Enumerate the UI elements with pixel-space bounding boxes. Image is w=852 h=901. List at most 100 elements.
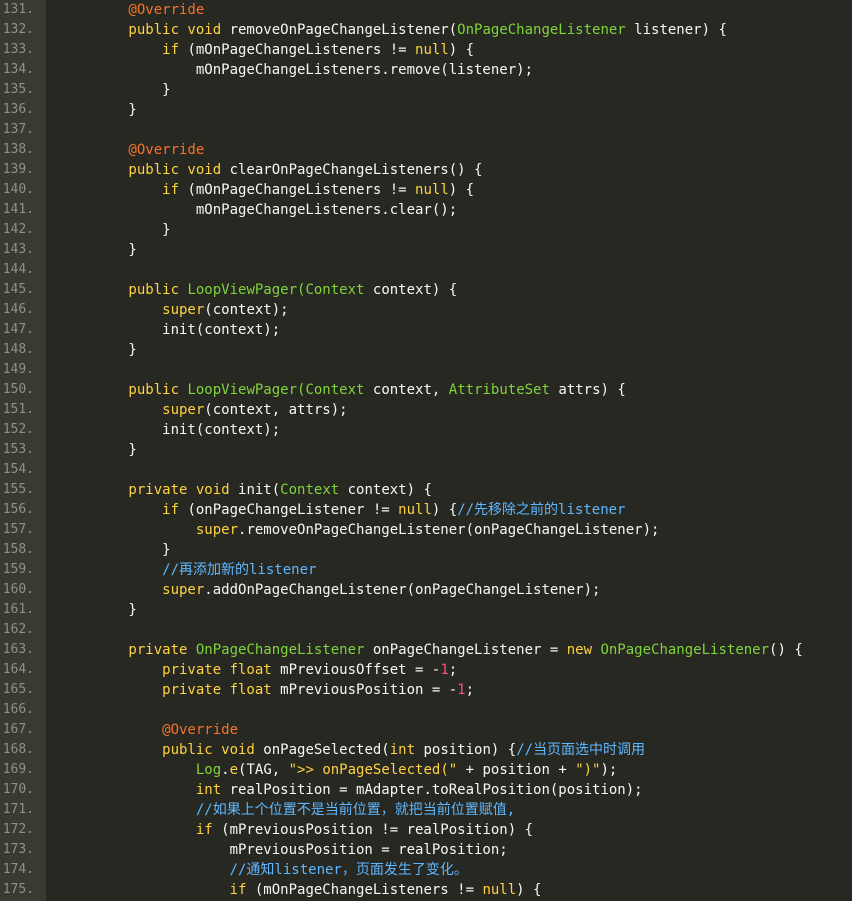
code-token: Context (305, 382, 365, 398)
code-line: 149. (0, 360, 852, 380)
code-text[interactable]: if (mOnPageChangeListeners != null) { (61, 40, 474, 60)
code-text[interactable]: super.addOnPageChangeListener(onPageChan… (61, 580, 600, 600)
code-text[interactable]: } (61, 240, 136, 260)
code-text[interactable]: if (onPageChangeListener != null) {//先移除… (61, 500, 625, 520)
code-text[interactable]: public LoopViewPager(Context context, At… (61, 380, 626, 400)
line-number: 170. (2, 782, 34, 797)
code-token: .removeOnPageChangeListener(onPageChange… (238, 522, 660, 538)
code-line: 163. private OnPageChangeListener onPage… (0, 640, 852, 660)
code-text[interactable]: } (61, 340, 137, 360)
code-text[interactable]: super.removeOnPageChangeListener(onPageC… (61, 520, 660, 540)
line-number: 175. (2, 882, 34, 897)
code-token: realPosition = mAdapter.toRealPosition(p… (229, 782, 643, 798)
code-token: private void (61, 482, 239, 498)
code-line: 164. private float mPreviousOffset = -1; (0, 660, 852, 680)
code-text[interactable]: } (61, 80, 170, 100)
code-token: Context (280, 482, 340, 498)
code-text[interactable]: private void init(Context context) { (61, 480, 431, 500)
code-line: 135. } (0, 80, 852, 100)
code-token: //通知listener，页面发生了变化。 (61, 862, 468, 878)
code-token: 1 (457, 682, 466, 698)
code-text[interactable]: super(context, attrs); (61, 400, 347, 420)
code-token: } (61, 542, 171, 558)
code-token: AttributeSet (448, 382, 550, 398)
code-text[interactable]: if (mOnPageChangeListeners != null) { (61, 180, 474, 200)
code-line: 158. } (0, 540, 852, 560)
code-token: ; (448, 662, 458, 678)
line-number: 165. (2, 682, 34, 697)
code-token: super (61, 582, 205, 598)
code-line: 159. //再添加新的listener (0, 560, 852, 580)
code-text[interactable]: @Override (61, 720, 238, 740)
code-line: 170. int realPosition = mAdapter.toRealP… (0, 780, 852, 800)
code-line: 166. (0, 700, 852, 720)
code-text[interactable]: mPreviousPosition = realPosition; (61, 840, 508, 860)
line-number: 172. (2, 822, 34, 837)
code-token: } (61, 102, 137, 118)
code-token: int (61, 782, 230, 798)
code-text[interactable]: int realPosition = mAdapter.toRealPositi… (61, 780, 643, 800)
code-token: null (398, 502, 432, 518)
code-line: 162. (0, 620, 852, 640)
code-token: onPageSelected( (263, 742, 390, 758)
code-token: null (415, 42, 449, 58)
code-text[interactable]: } (61, 100, 137, 120)
code-text[interactable]: private float mPreviousPosition = -1; (61, 680, 474, 700)
code-text[interactable]: } (61, 220, 170, 240)
code-token: init(context); (61, 322, 281, 338)
code-text[interactable]: init(context); (61, 420, 280, 440)
line-number: 171. (2, 802, 34, 817)
code-text[interactable]: } (61, 440, 136, 460)
code-text[interactable]: public LoopViewPager(Context context) { (61, 280, 457, 300)
code-text[interactable]: } (61, 600, 136, 620)
code-token: ")" (575, 762, 601, 778)
code-text[interactable]: mOnPageChangeListeners.remove(listener); (61, 60, 533, 80)
code-line: 137. (0, 120, 852, 140)
code-token: null (415, 182, 449, 198)
code-text[interactable]: mOnPageChangeListeners.clear(); (61, 200, 457, 220)
code-token: ; (465, 682, 475, 698)
code-text[interactable]: Log.e(TAG, ">> onPageSelected(" + positi… (61, 760, 618, 780)
code-token: context) { (364, 282, 458, 298)
code-text[interactable]: public void removeOnPageChangeListener(O… (61, 20, 726, 40)
code-line: 142. } (0, 220, 852, 240)
line-number: 164. (2, 662, 34, 677)
code-token: attrs) { (549, 382, 626, 398)
code-text[interactable]: public void clearOnPageChangeListeners()… (61, 160, 482, 180)
code-text[interactable]: if (mPreviousPosition != realPosition) { (61, 820, 533, 840)
code-token: (mOnPageChangeListeners != (179, 182, 416, 198)
code-token: public (61, 282, 188, 298)
code-text[interactable]: init(context); (61, 320, 280, 340)
code-line: 132. public void removeOnPageChangeListe… (0, 20, 852, 40)
code-text[interactable]: //再添加新的listener (61, 560, 316, 580)
code-editor[interactable]: 131. @Override 132. public void removeOnP… (0, 0, 852, 901)
line-number: 162. (2, 622, 34, 637)
code-token: if (61, 502, 180, 518)
code-text[interactable]: //通知listener，页面发生了变化。 (61, 860, 468, 880)
code-text[interactable]: //如果上个位置不是当前位置，就把当前位置赋值, (61, 800, 515, 820)
code-text[interactable]: private float mPreviousOffset = -1; (61, 660, 457, 680)
code-token: OnPageChangeListener (195, 642, 365, 658)
code-text[interactable]: } (61, 540, 171, 560)
code-text[interactable]: super(context); (61, 300, 288, 320)
line-number: 139. (2, 162, 34, 177)
code-token: init( (238, 482, 281, 498)
code-text[interactable]: public void onPageSelected(int position)… (61, 740, 645, 760)
code-token: LoopViewPager( (187, 282, 306, 298)
code-line: 171. //如果上个位置不是当前位置，就把当前位置赋值, (0, 800, 852, 820)
code-token: new (566, 642, 601, 658)
line-number: 152. (2, 422, 34, 437)
code-token: 1 (440, 662, 449, 678)
code-token: } (61, 342, 137, 358)
code-line: 156. if (onPageChangeListener != null) {… (0, 500, 852, 520)
code-token: ) { (448, 182, 475, 198)
code-line: 131. @Override (0, 0, 852, 20)
line-number: 134. (2, 62, 34, 77)
code-text[interactable]: @Override (61, 0, 204, 20)
code-text[interactable]: if (mOnPageChangeListeners != null) { (61, 880, 542, 900)
code-line: 160. super.addOnPageChangeListener(onPag… (0, 580, 852, 600)
code-text[interactable]: @Override (61, 140, 204, 160)
code-text[interactable]: private OnPageChangeListener onPageChang… (61, 640, 802, 660)
code-line: 161. } (0, 600, 852, 620)
code-token: if (61, 882, 247, 898)
